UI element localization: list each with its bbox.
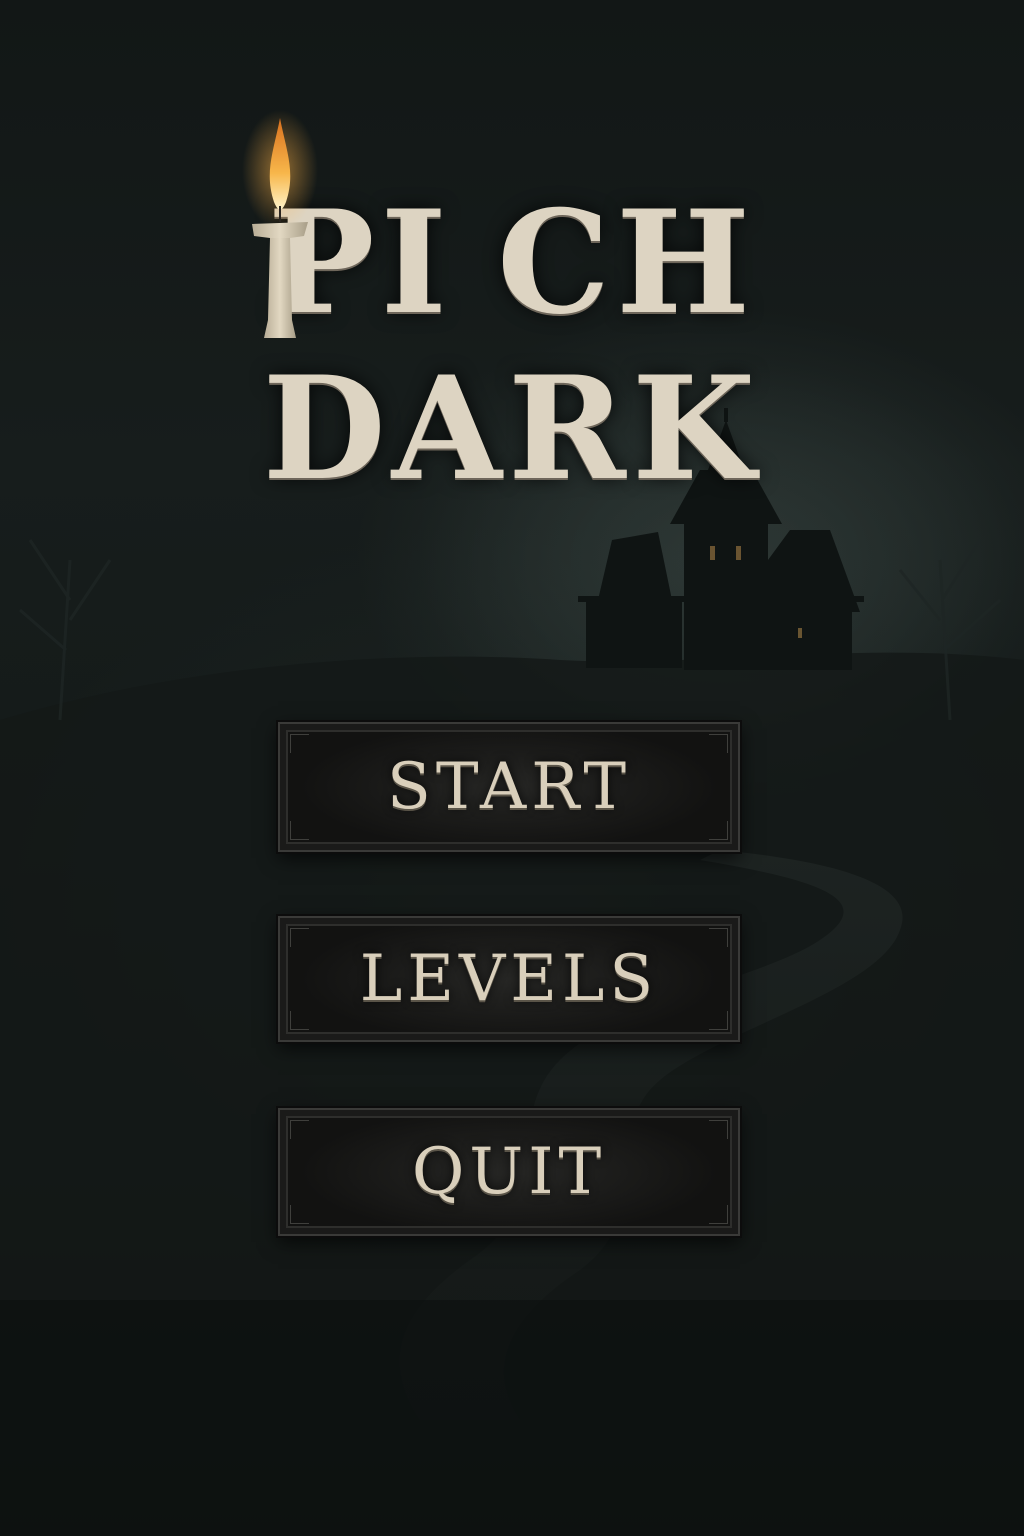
start-button-label: START — [387, 750, 631, 824]
button-corner — [290, 1011, 309, 1030]
game-title: PI CH DARK — [0, 180, 1024, 512]
button-corner — [709, 1120, 728, 1139]
title-part-2: CH — [497, 180, 757, 346]
button-corner — [290, 1120, 309, 1139]
title-part-3: DARK — [262, 346, 762, 512]
button-corner — [709, 1011, 728, 1030]
button-corner — [709, 821, 728, 840]
button-corner — [709, 1205, 728, 1224]
main-menu-screen: PI CH DARK START LEVELS QUIT — [0, 0, 1024, 1536]
button-corner — [709, 734, 728, 753]
button-corner — [290, 928, 309, 947]
button-corner — [290, 734, 309, 753]
button-corner — [709, 928, 728, 947]
candle-wax-body — [264, 238, 296, 338]
button-corner — [290, 1205, 309, 1224]
levels-button-label: LEVELS — [359, 942, 659, 1016]
start-button[interactable]: START — [276, 720, 742, 854]
main-menu: START LEVELS QUIT — [276, 720, 744, 1238]
levels-button[interactable]: LEVELS — [276, 914, 742, 1044]
candle-icon — [242, 110, 318, 338]
button-corner — [290, 821, 309, 840]
quit-button-label: QUIT — [411, 1135, 607, 1209]
quit-button[interactable]: QUIT — [276, 1106, 742, 1238]
